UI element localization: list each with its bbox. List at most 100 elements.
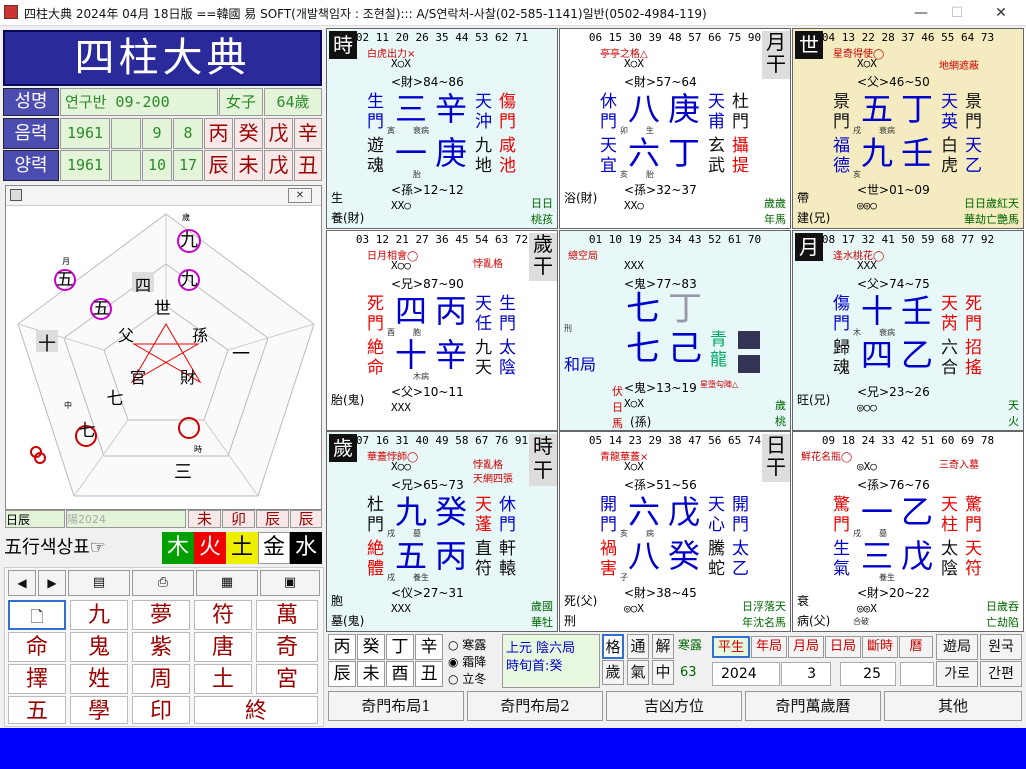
name-field[interactable]: 연구반 09-200 (60, 88, 218, 116)
save-icon: ▣ (283, 575, 297, 590)
chart-window-titlebar[interactable]: ✕ (6, 186, 321, 206)
palace-1-left1: 生 (367, 92, 384, 112)
grid-button-2[interactable]: 夢 (132, 600, 190, 630)
palace-1[interactable]: 02 11 20 26 35 44 53 62 71 時白虎出力× X○X <財>84… (326, 28, 558, 229)
toolbar-note-button[interactable]: ▦ (196, 570, 258, 596)
game-board-button[interactable]: 遊局 (936, 634, 978, 660)
palace-7-big1: 九 (395, 493, 428, 531)
palace-4-tiny1: 酉 (387, 328, 395, 337)
next-button[interactable]: ▶ (38, 570, 66, 596)
camera-icon-1[interactable] (738, 331, 760, 349)
stem-month: 癸 (234, 118, 263, 149)
new-document-button[interactable]: 🗋 (8, 600, 66, 630)
grid-button-1[interactable]: 九 (70, 600, 128, 630)
grid-button-11[interactable]: 姓 (70, 664, 128, 694)
grid-button-14[interactable]: 宮 (256, 664, 318, 694)
grid-button-9[interactable]: 奇 (256, 632, 318, 662)
close-icon[interactable]: ✕ (288, 188, 312, 203)
grid-button-17[interactable]: 印 (132, 696, 190, 724)
palace-5-rel2: <鬼>13~19 (624, 381, 697, 395)
tab-lifetime[interactable]: 平生 (712, 636, 750, 658)
grid-button-5[interactable]: 命 (8, 632, 66, 662)
name-label: 성명 (3, 88, 59, 116)
grid-button-13[interactable]: 土 (194, 664, 252, 694)
palace-3-big3: 九 (861, 134, 894, 172)
toolbar-print-button[interactable]: ⎙ (132, 570, 194, 596)
palace-7-right3: 直 (475, 539, 492, 559)
tab-month[interactable]: 月局 (788, 636, 824, 658)
palace-2-right2: 甫 (708, 112, 725, 132)
prev-button[interactable]: ◀ (8, 570, 36, 596)
palace-9-tiny4: 養生 (879, 573, 895, 582)
origin-button[interactable]: 원국 (980, 634, 1022, 660)
menu-fortune-direction[interactable]: 吉凶方位 (606, 691, 742, 721)
toolbar-edit-button[interactable]: ▤ (68, 570, 130, 596)
menu-other[interactable]: 其他 (884, 691, 1022, 721)
palace-2-rr3: 攝 (732, 136, 749, 156)
day-input[interactable]: 25 (840, 662, 896, 686)
grid-button-3[interactable]: 符 (194, 600, 252, 630)
tab-hour[interactable]: 斷時 (862, 636, 898, 658)
palace-7-br2: 華牡 (531, 616, 553, 629)
camera-icon-2[interactable] (738, 355, 760, 373)
grid-button-12[interactable]: 周 (132, 664, 190, 694)
radio-2[interactable]: ◉ 霜降 (448, 653, 486, 670)
grid-button-10[interactable]: 擇 (8, 664, 66, 694)
toolbar-save-button[interactable]: ▣ (260, 570, 320, 596)
tab-day[interactable]: 日局 (825, 636, 861, 658)
palace-9-sub2: 三奇入墓 (939, 460, 979, 471)
palace-3[interactable]: 04 13 22 28 37 46 55 64 73 世星奇得使◯ 地網遮蔽 X○X <… (792, 28, 1024, 229)
mode-1[interactable]: 格 (602, 634, 624, 659)
palace-8-big1: 六 (628, 493, 661, 531)
palace-5[interactable]: 01 10 19 25 34 43 52 61 70 總空局 XXX <鬼>77~83… (559, 230, 791, 431)
palace-5-harmony: 和局 (564, 355, 597, 374)
palace-2-tiny3: 亥 (620, 170, 628, 179)
mode-4[interactable]: 歲 (602, 660, 624, 685)
horizontal-button[interactable]: 가로 (936, 661, 978, 687)
palace-7-rr4: 轅 (499, 559, 516, 579)
palace-6-left1: 傷 (833, 294, 850, 314)
maximize-button[interactable]: ☐ (936, 0, 978, 26)
mode-6[interactable]: 中 (652, 660, 674, 685)
palace-8[interactable]: 05 14 23 29 38 47 56 65 74 日干 青龍華蓋× X○X <孫>5… (559, 431, 791, 632)
element-earth: 土 (226, 532, 258, 564)
radio-3[interactable]: ○ 立冬 (448, 670, 486, 687)
palace-4[interactable]: 03 12 21 27 36 45 54 63 72 歲干 日月相會◯ 悖亂格 X○○ <… (326, 230, 558, 431)
palace-8-rr4: 乙 (732, 559, 749, 579)
simple-button[interactable]: 간편 (980, 661, 1022, 687)
grid-button-8[interactable]: 唐 (194, 632, 252, 662)
palace-1-tiny1: 寅 (387, 126, 395, 135)
mode-2[interactable]: 通 (627, 634, 649, 659)
palace-6[interactable]: 08 17 32 41 50 59 68 77 92 月逢水桃花◯ XXX <父>74… (792, 230, 1024, 431)
tab-year[interactable]: 年局 (751, 636, 787, 658)
palace-1-rel1: <財>84~86 (391, 75, 464, 89)
palace-2[interactable]: 06 15 30 39 48 57 66 75 90 月干 亭亭之格△ X○X <財>5… (559, 28, 791, 229)
extra-input[interactable] (900, 662, 934, 686)
grid-button-4[interactable]: 萬 (256, 600, 318, 630)
close-button[interactable]: ✕ (980, 0, 1022, 26)
palace-1-left3: 遊 (367, 136, 384, 156)
menu-qimen-layout-1[interactable]: 奇門布局1 (328, 691, 464, 721)
palace-7-bl: 胞 (331, 594, 344, 608)
palace-3-bl: 帶 (797, 191, 810, 205)
palace-1-xo2: XX○ (391, 199, 411, 212)
grid-button-6[interactable]: 鬼 (70, 632, 128, 662)
palace-2-right1: 天 (708, 92, 725, 112)
grid-button-7[interactable]: 紫 (132, 632, 190, 662)
radio-1[interactable]: ○ 寒露 (448, 636, 486, 653)
menu-qimen-calendar[interactable]: 奇門萬歲曆 (745, 691, 881, 721)
mode-3[interactable]: 解 (652, 634, 674, 659)
grid-button-18[interactable]: 終 (194, 696, 318, 724)
mode-5[interactable]: 氣 (627, 660, 649, 685)
menu-qimen-layout-2[interactable]: 奇門布局2 (467, 691, 603, 721)
month-input[interactable]: 3 (781, 662, 831, 686)
palace-8-bl: 死(父) (564, 594, 598, 608)
palace-9[interactable]: 09 18 24 33 42 51 60 69 78 鮮花名瓶◯ 三奇入墓 ◎X○ <孫… (792, 431, 1024, 632)
palace-7[interactable]: 07 16 31 40 49 58 67 76 91 歲時干 華蓋悖師◯ 悖亂格 天網四… (326, 431, 558, 632)
palace-3-rr2: 門 (965, 112, 982, 132)
year-input[interactable]: 2024 (712, 662, 780, 686)
grid-button-15[interactable]: 五 (8, 696, 66, 724)
grid-button-16[interactable]: 學 (70, 696, 128, 724)
palace-9-left2: 門 (833, 515, 850, 535)
tab-calendar[interactable]: 曆 (899, 636, 933, 658)
